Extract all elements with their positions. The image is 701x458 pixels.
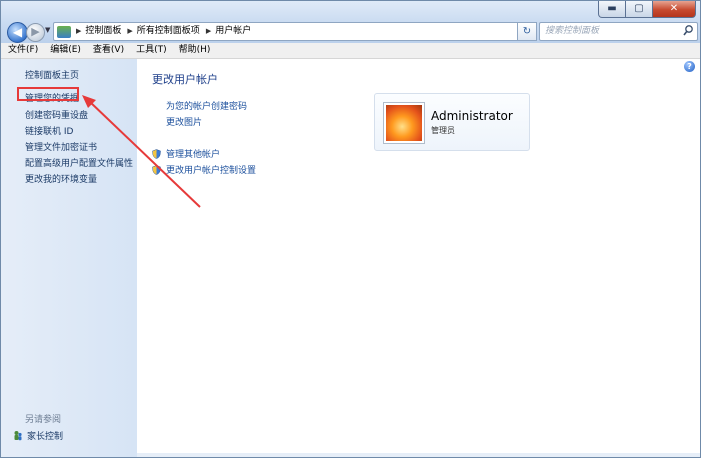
maximize-button[interactable]: ▢ <box>625 1 653 18</box>
link-uac-settings[interactable]: 更改用户帐户控制设置 <box>152 163 256 176</box>
breadcrumb-control-panel[interactable]: 控制面板 <box>85 23 121 40</box>
link-online-id[interactable]: 链接联机 ID <box>25 124 73 137</box>
parental-controls-icon <box>14 431 22 441</box>
uac-shield-icon <box>152 148 161 159</box>
link-change-picture[interactable]: 更改图片 <box>166 115 202 128</box>
menu-help[interactable]: 帮助(H) <box>172 43 216 58</box>
annotation-highlight-box <box>17 87 79 101</box>
close-button[interactable]: ✕ <box>652 1 696 18</box>
breadcrumb-separator-icon[interactable]: ▶ <box>127 23 132 40</box>
link-advanced-profile-properties[interactable]: 配置高级用户配置文件属性 <box>25 156 133 169</box>
address-bar[interactable]: ▶ 控制面板 ▶ 所有控制面板项 ▶ 用户帐户 ▼ <box>53 22 533 41</box>
control-panel-icon <box>57 25 71 38</box>
help-icon[interactable]: ? <box>684 61 695 72</box>
menu-bar: 文件(F) 编辑(E) 查看(V) 工具(T) 帮助(H) <box>1 43 700 59</box>
back-arrow-icon: ◀ <box>12 25 23 39</box>
status-bar <box>137 453 700 457</box>
breadcrumb-all-items[interactable]: 所有控制面板项 <box>137 23 200 40</box>
link-environment-variables[interactable]: 更改我的环境变量 <box>25 172 97 185</box>
menu-edit[interactable]: 编辑(E) <box>43 43 86 58</box>
link-manage-other-accounts[interactable]: 管理其他帐户 <box>152 147 220 160</box>
account-name: Administrator <box>431 109 513 123</box>
search-placeholder: 搜索控制面板 <box>545 26 600 36</box>
account-tile: Administrator 管理员 <box>374 93 530 151</box>
refresh-button[interactable]: ↻ <box>517 22 537 41</box>
navigation-bar: ▬ ▢ ✕ ◀ ▶ ▼ ▶ 控制面板 ▶ 所有控制面板项 ▶ 用户帐户 ▼ ↻ … <box>1 1 700 43</box>
back-button[interactable]: ◀ <box>7 22 28 43</box>
breadcrumb-separator-icon[interactable]: ▶ <box>206 23 211 40</box>
link-create-password[interactable]: 为您的帐户创建密码 <box>166 99 247 112</box>
control-panel-window: ▬ ▢ ✕ ◀ ▶ ▼ ▶ 控制面板 ▶ 所有控制面板项 ▶ 用户帐户 ▼ ↻ … <box>0 0 701 458</box>
main-content: ? 更改用户帐户 为您的帐户创建密码 更改图片 管理其他帐户 更改用户帐户控制设… <box>137 59 700 453</box>
manage-other-accounts-label: 管理其他帐户 <box>166 150 221 160</box>
account-avatar <box>384 103 424 143</box>
menu-file[interactable]: 文件(F) <box>1 43 43 58</box>
account-role: 管理员 <box>431 126 455 135</box>
parental-controls-label: 家长控制 <box>27 432 64 442</box>
search-input[interactable]: 搜索控制面板 <box>539 22 698 41</box>
link-parental-controls[interactable]: 家长控制 <box>13 429 63 442</box>
recent-pages-dropdown-icon[interactable]: ▼ <box>45 26 50 34</box>
forward-arrow-icon: ▶ <box>31 25 40 38</box>
uac-settings-label: 更改用户帐户控制设置 <box>166 166 257 176</box>
minimize-button[interactable]: ▬ <box>598 1 626 18</box>
page-title: 更改用户帐户 <box>152 73 218 86</box>
menu-tools[interactable]: 工具(T) <box>129 43 172 58</box>
breadcrumb-user-accounts[interactable]: 用户帐户 <box>215 23 251 40</box>
menu-view[interactable]: 查看(V) <box>86 43 129 58</box>
forward-button[interactable]: ▶ <box>26 23 45 42</box>
refresh-icon: ↻ <box>522 26 532 37</box>
see-also-heading: 另请参阅 <box>25 415 62 425</box>
link-control-panel-home[interactable]: 控制面板主页 <box>25 68 79 81</box>
search-icon[interactable] <box>683 24 693 38</box>
caption-buttons: ▬ ▢ ✕ <box>598 1 696 19</box>
uac-shield-icon <box>152 164 161 175</box>
task-pane: 控制面板主页 管理您的凭据 创建密码重设盘 链接联机 ID 管理文件加密证书 配… <box>1 59 137 457</box>
link-file-encryption-certificates[interactable]: 管理文件加密证书 <box>25 140 97 153</box>
breadcrumb-separator-icon[interactable]: ▶ <box>76 23 81 40</box>
link-create-password-reset-disk[interactable]: 创建密码重设盘 <box>25 108 88 121</box>
